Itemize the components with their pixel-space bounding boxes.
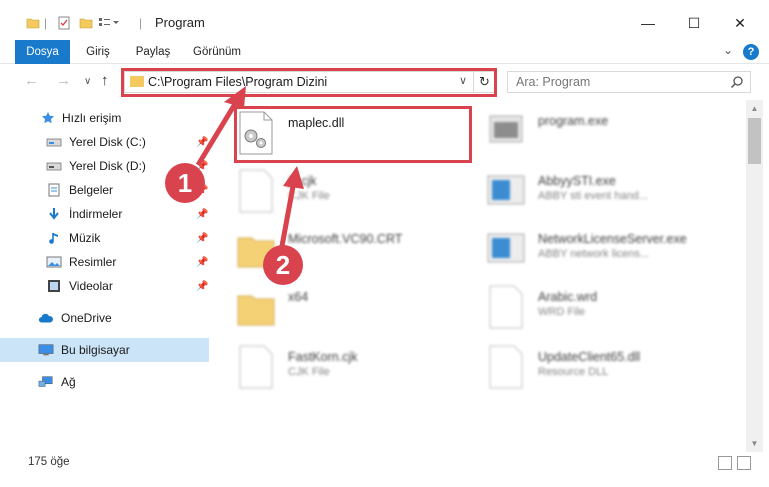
- callout-1: 1: [165, 163, 205, 203]
- arrow-1-line: [195, 97, 241, 167]
- annotation-arrows: [195, 86, 304, 247]
- arrow-1-head: [224, 86, 246, 108]
- arrow-2-head: [283, 166, 304, 189]
- callout-2: 2: [263, 245, 303, 285]
- arrow-2-line: [279, 180, 297, 247]
